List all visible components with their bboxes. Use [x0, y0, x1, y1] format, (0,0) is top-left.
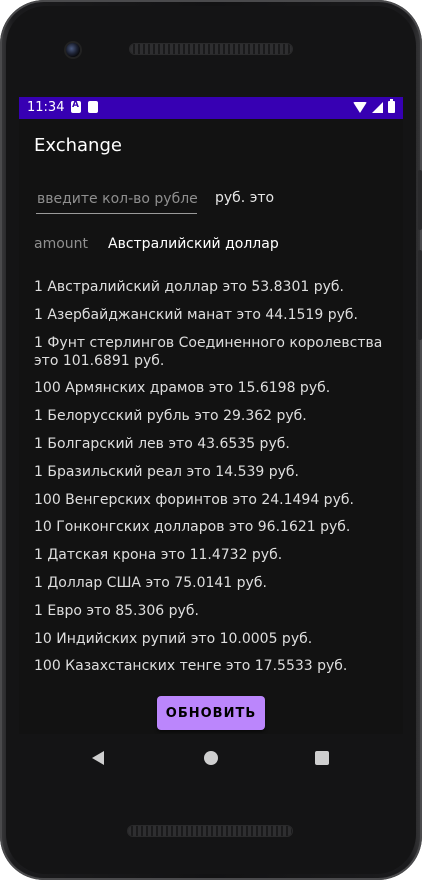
- front-camera: [66, 43, 80, 57]
- signal-icon: [372, 101, 383, 113]
- a-notification-icon: [71, 100, 81, 113]
- back-icon[interactable]: [92, 751, 104, 765]
- rate-item: 1 Доллар США это 75.0141 руб.: [34, 574, 267, 591]
- rate-item: 1 Болгарский лев это 43.6535 руб.: [34, 435, 290, 452]
- rate-item: 100 Казахстанских тенге это 17.5533 руб.: [34, 658, 348, 675]
- currency-select[interactable]: Австралийский доллар: [108, 236, 279, 252]
- app-title: Exchange: [34, 135, 122, 156]
- rubles-amount-input[interactable]: [36, 187, 197, 214]
- rate-item: 1 Австралийский доллар это 53.8301 руб.: [34, 279, 344, 295]
- status-icons-left: [71, 100, 98, 113]
- status-icons-right: [353, 99, 395, 113]
- bottom-speaker: [128, 826, 292, 836]
- navigation-bar: [19, 734, 403, 781]
- rate-item: 1 Бразильский реал это 14.539 руб.: [34, 463, 299, 480]
- amount-label: amount: [34, 236, 89, 252]
- rate-item: 1 Белорусский рубль это 29.362 руб.: [34, 408, 307, 425]
- rate-item: 10 Гонконгских долларов это 96.1621 руб.: [34, 519, 351, 536]
- wifi-icon: [353, 101, 367, 113]
- app-screen: 11:34 Exchange руб. это amount Австралий…: [19, 97, 403, 781]
- rate-item: 1 Азербайджанский манат это 44.1519 руб.: [34, 306, 358, 323]
- rate-item: 1 Фунт стерлингов Соединенного королевст…: [34, 334, 383, 369]
- status-bar: 11:34: [19, 97, 403, 119]
- battery-icon: [388, 99, 395, 113]
- rate-item: 1 Датская крона это 11.4732 руб.: [34, 547, 283, 564]
- power-button: [418, 170, 422, 230]
- update-button[interactable]: ОБНОВИТЬ: [157, 696, 265, 730]
- rate-item: 100 Венгерских форинтов это 24.1494 руб.: [34, 491, 354, 508]
- rate-item: 10 Индийских рупий это 10.0005 руб.: [34, 630, 313, 647]
- earpiece-speaker: [130, 44, 292, 54]
- recents-icon[interactable]: [315, 751, 329, 765]
- rates-list: 1 Австралийский доллар это 53.8301 руб. …: [34, 278, 394, 685]
- sd-card-icon: [88, 101, 98, 113]
- status-time: 11:34: [27, 100, 65, 115]
- rub-label: руб. это: [215, 190, 275, 206]
- rate-item: 100 Армянских драмов это 15.6198 руб.: [34, 380, 331, 397]
- volume-button: [418, 250, 422, 340]
- rate-item: 1 Евро это 85.306 руб.: [34, 602, 199, 619]
- home-icon[interactable]: [204, 751, 218, 765]
